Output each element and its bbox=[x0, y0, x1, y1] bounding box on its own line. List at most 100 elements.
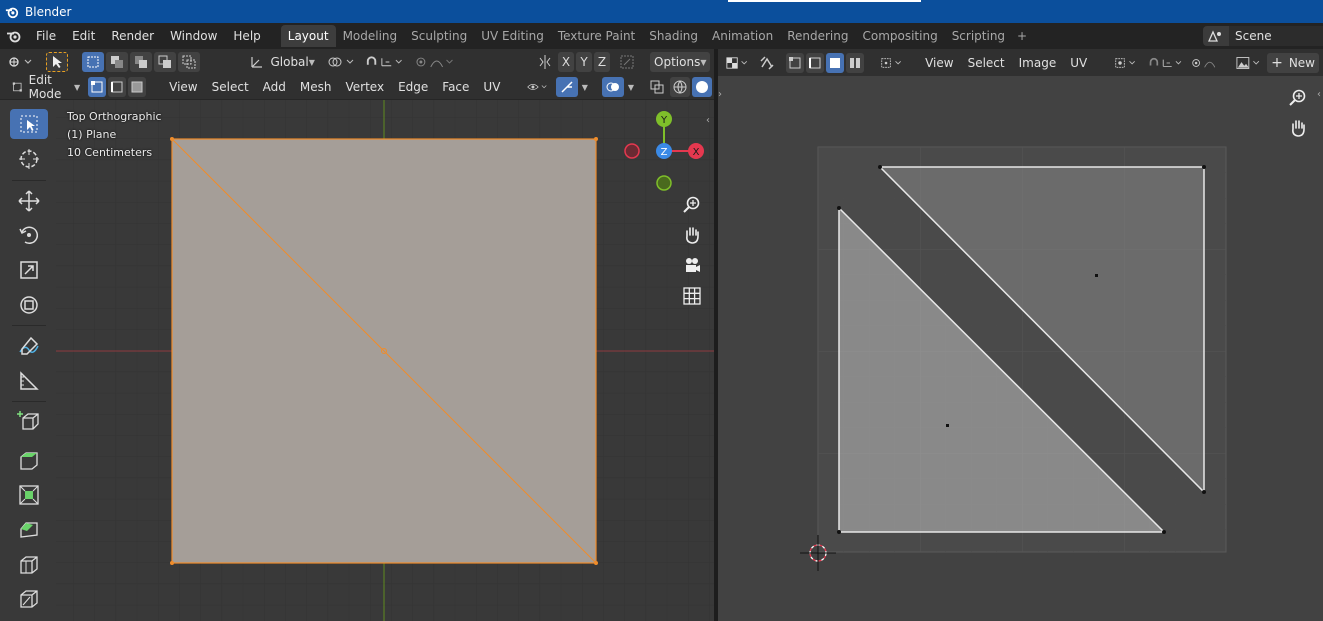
camera-view-button[interactable] bbox=[679, 253, 705, 279]
uv-edge-select-button[interactable] bbox=[806, 52, 825, 73]
menu-add[interactable]: Add bbox=[256, 77, 293, 97]
scale-tool[interactable] bbox=[10, 255, 48, 285]
select-invert-button[interactable] bbox=[154, 52, 177, 72]
add-cube-tool[interactable] bbox=[10, 406, 48, 436]
uv-canvas[interactable] bbox=[718, 76, 1323, 621]
inset-faces-tool[interactable] bbox=[10, 480, 48, 510]
zoom-view-button[interactable] bbox=[679, 192, 705, 218]
edge-select-button[interactable] bbox=[108, 77, 127, 97]
uv-proportional-button[interactable] bbox=[1191, 53, 1223, 73]
snap-button[interactable] bbox=[365, 52, 406, 72]
chevron-down-icon[interactable]: ▼ bbox=[582, 83, 588, 92]
tab-compositing[interactable]: Compositing bbox=[855, 25, 944, 47]
navigation-gizmo[interactable]: Y X Z bbox=[620, 107, 710, 197]
proportional-edit-button[interactable] bbox=[415, 52, 454, 72]
uv-island-select-button[interactable] bbox=[846, 52, 865, 73]
mirror-y-toggle[interactable]: Y bbox=[576, 52, 593, 72]
uv-vertex-select-button[interactable] bbox=[786, 52, 805, 73]
pan-view-button[interactable] bbox=[679, 222, 705, 248]
select-extend-button[interactable] bbox=[106, 52, 129, 72]
tab-shading[interactable]: Shading bbox=[642, 25, 705, 47]
move-tool[interactable] bbox=[10, 186, 48, 216]
uv-sticky-mode-button[interactable] bbox=[880, 53, 906, 73]
uv-menu-select[interactable]: Select bbox=[961, 53, 1012, 73]
gizmo-neg-x[interactable] bbox=[624, 143, 640, 159]
new-image-button[interactable]: + New bbox=[1267, 52, 1319, 73]
auto-merge-button[interactable] bbox=[616, 52, 638, 72]
select-intersect-button[interactable] bbox=[178, 52, 201, 72]
uv-editor-type-button[interactable] bbox=[726, 53, 750, 73]
tab-layout[interactable]: Layout bbox=[280, 25, 336, 47]
tab-animation[interactable]: Animation bbox=[705, 25, 780, 47]
mode-dropdown[interactable]: Edit Mode ▼ bbox=[8, 73, 84, 101]
uv-menu-view[interactable]: View bbox=[918, 53, 960, 73]
menu-face[interactable]: Face bbox=[435, 77, 476, 97]
options-dropdown[interactable]: Options ▼ bbox=[650, 52, 711, 72]
menu-uv[interactable]: UV bbox=[476, 77, 507, 97]
gizmo-toggle-button[interactable] bbox=[555, 77, 578, 97]
loop-cut-tool[interactable] bbox=[10, 550, 48, 580]
blender-menu-button[interactable] bbox=[0, 25, 28, 47]
uv-sync-selection-button[interactable] bbox=[756, 53, 778, 73]
menu-vertex[interactable]: Vertex bbox=[338, 77, 391, 97]
face-select-button[interactable] bbox=[128, 77, 147, 97]
pivot-point-button[interactable] bbox=[327, 52, 357, 72]
uv-menu-uv[interactable]: UV bbox=[1063, 53, 1094, 73]
menu-select[interactable]: Select bbox=[205, 77, 256, 97]
scene-name-field[interactable]: Scene bbox=[1229, 26, 1323, 46]
menu-edit[interactable]: Edit bbox=[64, 25, 103, 47]
select-subtract-button[interactable] bbox=[130, 52, 153, 72]
select-new-button[interactable] bbox=[82, 52, 105, 72]
menu-edge[interactable]: Edge bbox=[391, 77, 435, 97]
mirror-x-toggle[interactable]: X bbox=[558, 52, 575, 72]
viewport-canvas[interactable] bbox=[56, 100, 714, 621]
gizmo-neg-y[interactable] bbox=[656, 175, 672, 191]
annotate-tool[interactable] bbox=[10, 331, 48, 361]
sidebar-toggle-arrow-icon[interactable]: ‹ bbox=[706, 115, 710, 126]
menu-render[interactable]: Render bbox=[103, 25, 162, 47]
uv-pan-button[interactable] bbox=[1285, 115, 1311, 141]
knife-tool[interactable] bbox=[10, 584, 48, 614]
cursor-tool[interactable] bbox=[10, 144, 48, 174]
vertex-select-button[interactable] bbox=[88, 77, 107, 97]
uv-zoom-button[interactable] bbox=[1285, 85, 1311, 111]
solid-shading-button[interactable] bbox=[692, 77, 712, 97]
tab-texture-paint[interactable]: Texture Paint bbox=[551, 25, 642, 47]
xray-toggle-button[interactable] bbox=[646, 77, 668, 97]
uv-face-select-button[interactable] bbox=[826, 52, 845, 73]
scene-browse-button[interactable] bbox=[1203, 26, 1229, 46]
chevron-down-icon[interactable]: ▼ bbox=[628, 83, 634, 92]
overlays-toggle-button[interactable] bbox=[601, 77, 624, 97]
tab-rendering[interactable]: Rendering bbox=[780, 25, 855, 47]
bevel-tool[interactable] bbox=[10, 514, 48, 544]
tab-uv-editing[interactable]: UV Editing bbox=[474, 25, 551, 47]
image-browse-button[interactable] bbox=[1236, 53, 1263, 73]
menu-help[interactable]: Help bbox=[225, 25, 268, 47]
menu-mesh[interactable]: Mesh bbox=[293, 77, 339, 97]
mirror-button[interactable] bbox=[534, 52, 556, 72]
extrude-region-tool[interactable] bbox=[10, 444, 48, 474]
tab-modeling[interactable]: Modeling bbox=[336, 25, 405, 47]
wireframe-shading-button[interactable] bbox=[670, 77, 690, 97]
visibility-button[interactable] bbox=[527, 77, 549, 97]
uv-sidebar-toggle-arrow-icon[interactable]: ‹ bbox=[1317, 89, 1321, 100]
uv-toolbar-toggle-arrow-icon[interactable]: › bbox=[718, 89, 722, 100]
measure-tool[interactable] bbox=[10, 366, 48, 396]
uv-menu-image[interactable]: Image bbox=[1012, 53, 1064, 73]
active-tool-button[interactable] bbox=[46, 52, 69, 72]
uv-pivot-button[interactable] bbox=[1114, 53, 1140, 73]
mirror-z-toggle[interactable]: Z bbox=[594, 52, 611, 72]
tab-scripting[interactable]: Scripting bbox=[945, 25, 1012, 47]
transform-orientation-dropdown[interactable]: Global ▼ bbox=[246, 52, 318, 72]
uv-snap-button[interactable] bbox=[1148, 53, 1185, 73]
rotate-tool[interactable] bbox=[10, 220, 48, 250]
transform-tool[interactable] bbox=[10, 290, 48, 320]
add-workspace-button[interactable]: + bbox=[1012, 25, 1032, 47]
select-box-tool[interactable] bbox=[10, 109, 48, 139]
ortho-toggle-button[interactable] bbox=[679, 283, 705, 309]
editor-type-button[interactable] bbox=[6, 52, 36, 72]
tab-sculpting[interactable]: Sculpting bbox=[404, 25, 474, 47]
menu-file[interactable]: File bbox=[28, 25, 64, 47]
menu-window[interactable]: Window bbox=[162, 25, 225, 47]
menu-view[interactable]: View bbox=[162, 77, 204, 97]
